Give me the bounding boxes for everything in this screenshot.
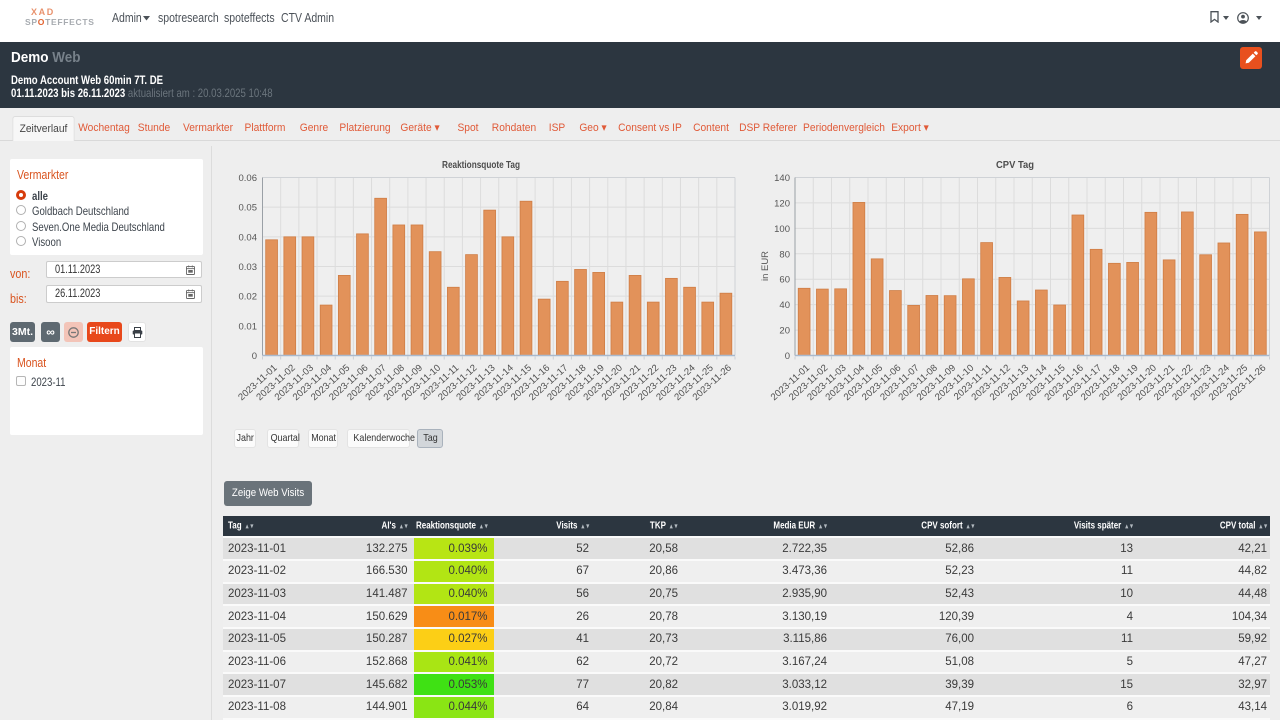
svg-text:0.03: 0.03: [239, 262, 258, 273]
svg-text:0.01: 0.01: [239, 321, 258, 332]
svg-text:0.04: 0.04: [239, 232, 258, 243]
svg-text:0: 0: [252, 351, 257, 362]
svg-text:60: 60: [779, 275, 790, 286]
svg-text:0.02: 0.02: [239, 292, 258, 303]
svg-text:0: 0: [785, 351, 790, 362]
svg-text:20: 20: [779, 326, 790, 337]
svg-text:Reaktionsquote Tag: Reaktionsquote Tag: [442, 159, 520, 171]
svg-text:40: 40: [779, 300, 790, 311]
svg-text:0.06: 0.06: [239, 173, 258, 184]
svg-text:in EUR: in EUR: [760, 251, 771, 281]
svg-text:80: 80: [779, 249, 790, 260]
svg-text:0.05: 0.05: [239, 203, 258, 214]
svg-text:CPV Tag: CPV Tag: [996, 159, 1034, 171]
svg-text:120: 120: [774, 198, 790, 209]
svg-text:140: 140: [774, 173, 790, 184]
svg-text:100: 100: [774, 224, 790, 235]
